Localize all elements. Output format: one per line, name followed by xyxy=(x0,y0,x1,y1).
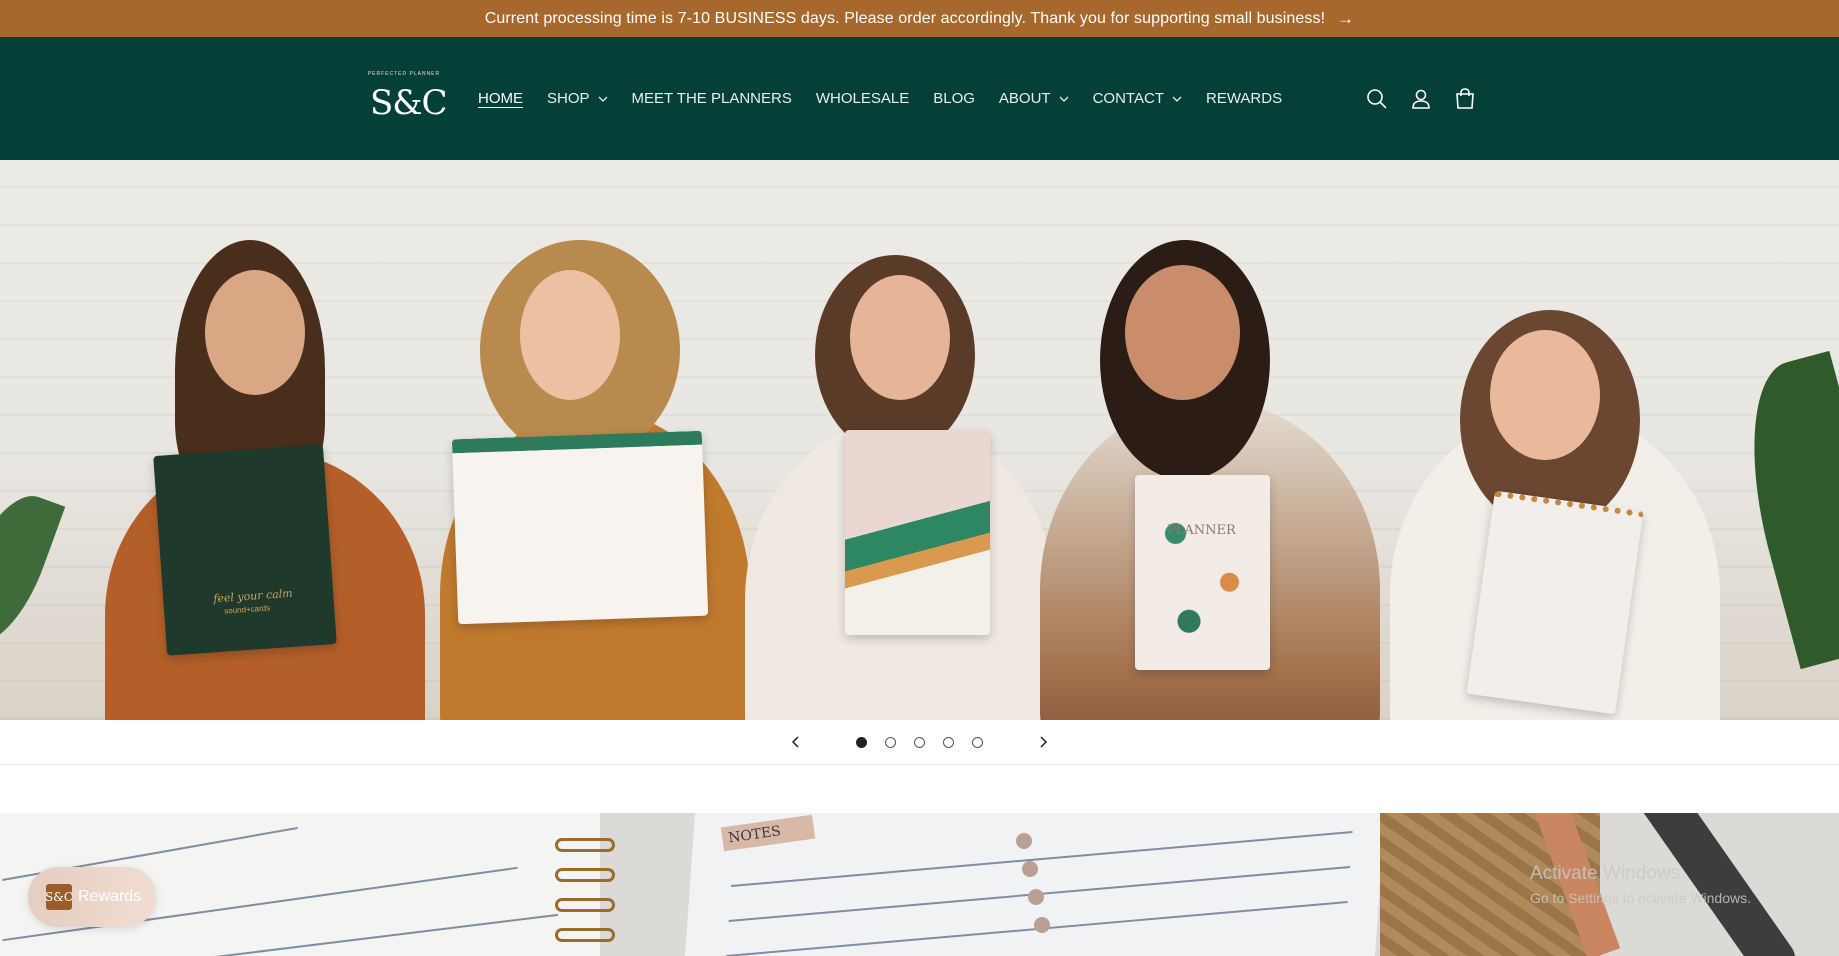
site-header: PERFECTED PLANNER S&C HOME SHOP MEET THE… xyxy=(0,37,1839,160)
planner-green: feel your calm sound+cards xyxy=(153,444,337,656)
nav-label: SHOP xyxy=(547,90,590,107)
previous-slide-button[interactable] xyxy=(781,727,811,757)
slideshow-controls xyxy=(0,720,1839,765)
slide-dots xyxy=(847,736,992,748)
person-2-face xyxy=(520,270,620,400)
nav-label: REWARDS xyxy=(1205,90,1283,107)
planner-pink xyxy=(845,430,990,635)
header-icons xyxy=(1355,37,1487,160)
slide-dot-2[interactable] xyxy=(885,736,896,748)
cart-icon[interactable] xyxy=(1443,77,1487,121)
chevron-down-icon xyxy=(598,94,608,104)
planner-green-subtext: sound+cards xyxy=(223,603,271,616)
nav-label: HOME xyxy=(478,90,523,107)
nav-item-blog[interactable]: BLOG xyxy=(933,90,975,107)
punch-hole xyxy=(1034,917,1050,933)
watermark-title: Activate Windows xyxy=(1530,863,1680,884)
nav-label: CONTACT xyxy=(1092,90,1164,107)
nav-item-shop[interactable]: SHOP xyxy=(547,90,608,107)
nav-item-contact[interactable]: CONTACT xyxy=(1093,90,1182,107)
person-4-face xyxy=(1125,265,1240,400)
nav-item-home[interactable]: HOME xyxy=(478,90,523,107)
chevron-left-icon xyxy=(791,736,799,748)
person-1-face xyxy=(205,270,305,395)
next-slide-button[interactable] xyxy=(1028,727,1058,757)
slide-dot-3[interactable] xyxy=(914,736,925,748)
planner-green-text: feel your calm xyxy=(212,586,294,606)
nav-label: BLOG xyxy=(933,90,975,107)
planner-terrazzo-text: PLANNER xyxy=(1167,523,1236,538)
spiral-ring xyxy=(555,928,615,942)
nav-item-about[interactable]: ABOUT xyxy=(999,90,1069,107)
person-5-face xyxy=(1490,330,1600,460)
site-logo[interactable]: PERFECTED PLANNER S&C xyxy=(364,69,448,127)
punch-hole xyxy=(1028,889,1044,905)
planner-terrazzo: PLANNER xyxy=(1135,475,1270,670)
watermark-subtitle: Go to Settings to activate Windows. xyxy=(1530,890,1751,906)
rewards-launcher-button[interactable]: S&C Rewards xyxy=(28,867,156,927)
rewards-logo-icon: S&C xyxy=(45,884,73,910)
account-icon[interactable] xyxy=(1399,77,1443,121)
ruled-line xyxy=(731,830,1353,887)
nav-label: ABOUT xyxy=(998,90,1051,107)
punch-hole xyxy=(1022,861,1038,877)
arrow-right-icon: → xyxy=(1337,8,1355,28)
windows-activation-watermark: Activate Windows Go to Settings to activ… xyxy=(1530,862,1751,910)
chevron-down-icon xyxy=(1172,94,1182,104)
nav-item-meet-the-planners[interactable]: MEET THE PLANNERS xyxy=(632,90,792,107)
spiral-ring xyxy=(555,898,615,912)
search-icon[interactable] xyxy=(1355,77,1399,121)
spiral-ring xyxy=(555,868,615,882)
nav-item-rewards[interactable]: REWARDS xyxy=(1206,90,1282,107)
notepad-blush xyxy=(1466,490,1644,715)
announcement-bar[interactable]: Current processing time is 7-10 BUSINESS… xyxy=(0,0,1839,37)
person-3-face xyxy=(850,275,950,400)
slide-dot-5[interactable] xyxy=(972,736,983,748)
nav-label: MEET THE PLANNERS xyxy=(631,90,792,107)
slide-dot-4[interactable] xyxy=(943,736,954,748)
rewards-label: Rewards xyxy=(78,888,142,905)
slide-dot-1[interactable] xyxy=(856,736,867,748)
logo-mark: S&C xyxy=(370,83,448,123)
announcement-text: Current processing time is 7-10 BUSINESS… xyxy=(484,9,1326,27)
hero-slide-image: feel your calm sound+cards PLANNER xyxy=(0,160,1839,720)
weekly-planner-pad xyxy=(451,430,709,625)
chevron-right-icon xyxy=(1040,736,1048,748)
logo-arc-text: PERFECTED PLANNER xyxy=(367,71,441,77)
spiral-ring xyxy=(555,838,615,852)
punch-hole xyxy=(1016,833,1032,849)
main-nav: HOME SHOP MEET THE PLANNERS WHOLESALE BL… xyxy=(478,37,1306,160)
chevron-down-icon xyxy=(1059,94,1069,104)
nav-item-wholesale[interactable]: WHOLESALE xyxy=(816,90,909,107)
nav-label: WHOLESALE xyxy=(815,90,910,107)
